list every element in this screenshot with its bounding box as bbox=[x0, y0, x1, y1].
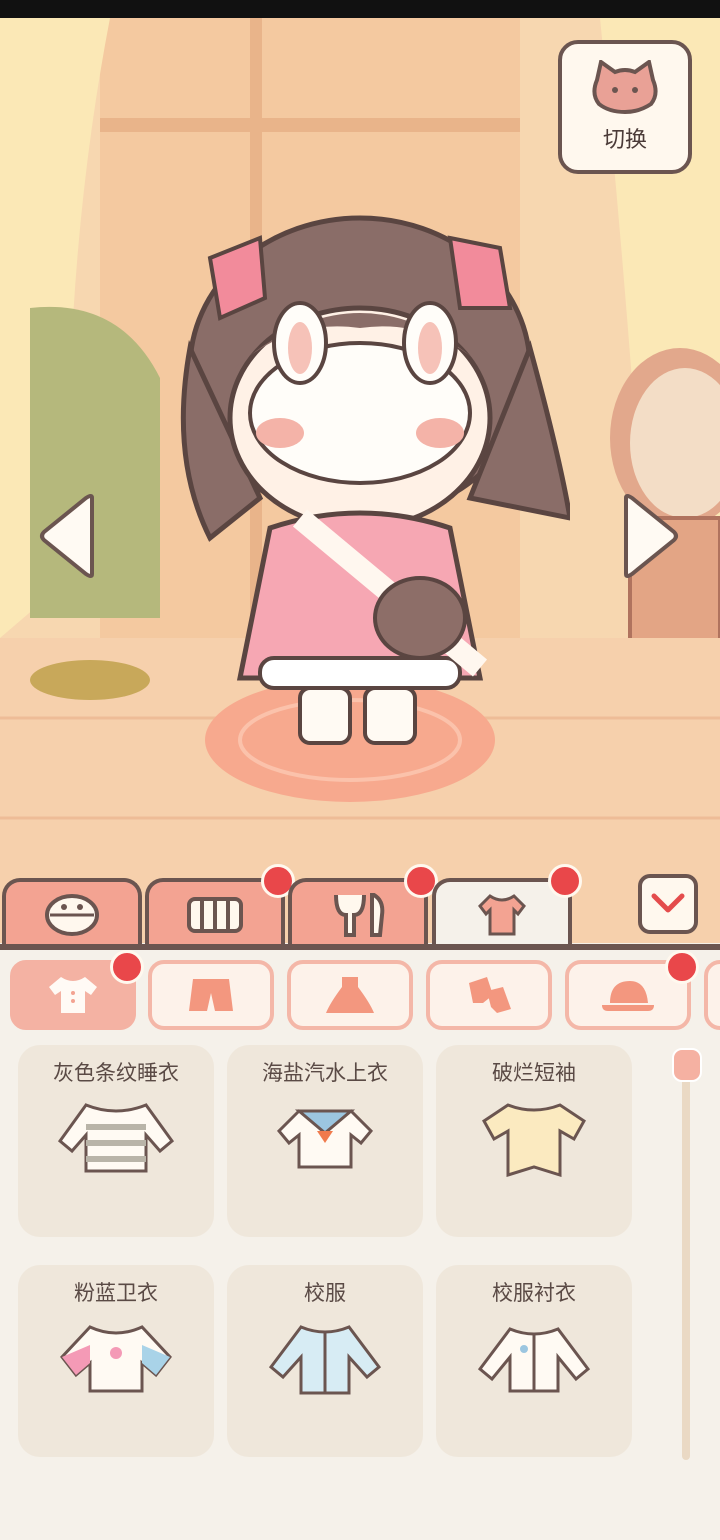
tab-furniture[interactable] bbox=[145, 864, 295, 948]
item-name: 粉蓝卫衣 bbox=[74, 1281, 158, 1305]
chevron-down-icon bbox=[651, 893, 685, 913]
item-list-scrollbar[interactable] bbox=[682, 1060, 690, 1460]
subtab-bottoms[interactable] bbox=[148, 960, 274, 1030]
subtab-tops[interactable] bbox=[10, 950, 144, 1030]
hat-icon bbox=[602, 981, 654, 1011]
subtab-socks[interactable] bbox=[426, 960, 552, 1030]
tab-clothing-badge bbox=[548, 864, 582, 898]
tab-food[interactable] bbox=[288, 864, 438, 948]
item-name: 海盐汽水上衣 bbox=[262, 1061, 388, 1085]
subtab-hats[interactable] bbox=[565, 950, 699, 1030]
switch-button-label: 切换 bbox=[602, 128, 647, 153]
status-bar bbox=[0, 0, 720, 18]
switch-button[interactable]: 切换 bbox=[558, 40, 692, 174]
item-name: 校服衬衣 bbox=[492, 1281, 576, 1305]
item-card[interactable]: 粉蓝卫衣 bbox=[18, 1265, 214, 1457]
character-scene: 切换 bbox=[0, 18, 720, 943]
cat-face-icon bbox=[592, 60, 658, 114]
face-icon bbox=[45, 894, 99, 936]
item-name: 破烂短袖 bbox=[492, 1061, 576, 1085]
item-name: 校服 bbox=[304, 1281, 346, 1305]
top-icon bbox=[49, 977, 97, 1013]
collapse-button[interactable] bbox=[638, 874, 698, 934]
tab-face[interactable] bbox=[2, 878, 142, 948]
scrollbar-thumb[interactable] bbox=[672, 1048, 702, 1082]
subtab-more[interactable] bbox=[704, 960, 720, 1030]
item-card[interactable]: 海盐汽水上衣 bbox=[227, 1045, 423, 1237]
subtab-hats-badge bbox=[665, 950, 699, 984]
subtab-dresses[interactable] bbox=[287, 960, 413, 1030]
next-arrow-button[interactable] bbox=[620, 492, 680, 580]
item-card[interactable]: 破烂短袖 bbox=[436, 1045, 632, 1237]
wardrobe-panel: 灰色条纹睡衣 海盐汽水上衣 破烂短袖 粉蓝卫衣 校服 校服衬衣 bbox=[0, 950, 720, 1540]
character-avatar[interactable] bbox=[150, 198, 570, 758]
item-card[interactable]: 校服衬衣 bbox=[436, 1265, 632, 1457]
socks-icon bbox=[469, 977, 511, 1013]
item-card[interactable]: 灰色条纹睡衣 bbox=[18, 1045, 214, 1237]
striped-pajama-icon bbox=[57, 1103, 175, 1173]
sailor-top-icon bbox=[276, 1109, 374, 1169]
tab-clothing[interactable] bbox=[432, 864, 582, 948]
shirt-icon bbox=[478, 894, 526, 936]
school-shirt-icon bbox=[477, 1327, 591, 1393]
shorts-icon bbox=[189, 979, 233, 1011]
school-uniform-icon bbox=[268, 1325, 382, 1395]
food-icon bbox=[334, 893, 385, 937]
torn-tshirt-icon bbox=[482, 1103, 586, 1177]
category-tabs bbox=[0, 864, 720, 948]
furniture-icon bbox=[187, 897, 243, 933]
item-card[interactable]: 校服 bbox=[227, 1265, 423, 1457]
previous-arrow-button[interactable] bbox=[38, 492, 98, 580]
dress-icon bbox=[326, 977, 374, 1013]
item-name: 灰色条纹睡衣 bbox=[53, 1061, 179, 1085]
subtab-tops-badge bbox=[110, 950, 144, 984]
pink-blue-hoodie-icon bbox=[60, 1325, 172, 1393]
